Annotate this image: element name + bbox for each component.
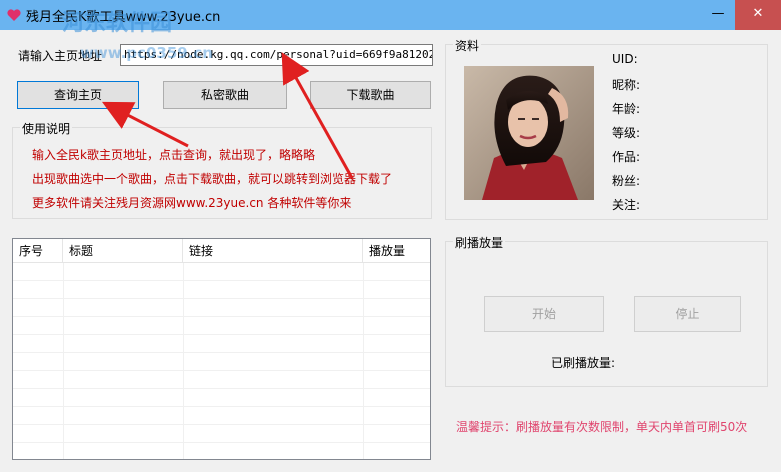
- table-row[interactable]: [13, 407, 430, 425]
- query-homepage-button[interactable]: 查询主页: [17, 81, 139, 109]
- homepage-url-input[interactable]: https://node.kg.qq.com/personal?uid=669f…: [120, 44, 433, 66]
- start-button[interactable]: 开始: [484, 296, 604, 332]
- profile-following-label: 关注:: [612, 198, 641, 212]
- song-list-header: 序号 标题 链接 播放量: [13, 239, 430, 263]
- avatar: [464, 66, 594, 200]
- profile-fans-label: 粉丝:: [612, 174, 641, 188]
- warm-tip: 温馨提示：刷播放量有次数限制，单天内单首可刷50次: [456, 420, 748, 434]
- minimize-button[interactable]: —: [701, 0, 735, 30]
- usage-line-1: 输入全民k歌主页地址，点击查询，就出现了，略略略: [32, 148, 315, 162]
- app-heart-icon: [7, 9, 21, 21]
- column-index[interactable]: 序号: [13, 239, 63, 263]
- window-title: 残月全民K歌工具www.23yue.cn: [26, 10, 221, 25]
- table-row[interactable]: [13, 263, 430, 281]
- table-row[interactable]: [13, 389, 430, 407]
- url-label: 请输入主页地址: [18, 49, 103, 63]
- profile-level-label: 等级:: [612, 126, 641, 140]
- profile-uid-label: UID:: [612, 52, 638, 66]
- column-plays[interactable]: 播放量: [363, 239, 430, 263]
- boost-group-title: 刷播放量: [453, 234, 506, 251]
- boost-count-label: 已刷播放量:: [551, 356, 616, 370]
- usage-line-2: 出现歌曲选中一个歌曲，点击下载歌曲，就可以跳转到浏览器下载了: [32, 172, 393, 186]
- private-songs-button[interactable]: 私密歌曲: [163, 81, 287, 109]
- close-button[interactable]: ✕: [735, 0, 781, 30]
- table-row[interactable]: [13, 371, 430, 389]
- stop-button[interactable]: 停止: [634, 296, 741, 332]
- profile-works-label: 作品:: [612, 150, 641, 164]
- usage-line-3: 更多软件请关注残月资源网www.23yue.cn 各种软件等你来: [32, 196, 352, 210]
- profile-group-title: 资料: [453, 37, 482, 54]
- title-bar[interactable]: 残月全民K歌工具www.23yue.cn — ✕: [0, 0, 781, 30]
- usage-group-title: 使用说明: [20, 120, 73, 137]
- profile-age-label: 年龄:: [612, 102, 641, 116]
- table-row[interactable]: [13, 299, 430, 317]
- table-row[interactable]: [13, 353, 430, 371]
- table-row[interactable]: [13, 317, 430, 335]
- table-row[interactable]: [13, 335, 430, 353]
- download-songs-button[interactable]: 下载歌曲: [310, 81, 431, 109]
- main-client-area: 请输入主页地址 https://node.kg.qq.com/personal?…: [0, 30, 781, 472]
- table-row[interactable]: [13, 281, 430, 299]
- column-title[interactable]: 标题: [63, 239, 183, 263]
- table-row[interactable]: [13, 425, 430, 443]
- profile-nickname-label: 昵称:: [612, 78, 641, 92]
- song-list[interactable]: 序号 标题 链接 播放量: [12, 238, 431, 460]
- column-link[interactable]: 链接: [183, 239, 363, 263]
